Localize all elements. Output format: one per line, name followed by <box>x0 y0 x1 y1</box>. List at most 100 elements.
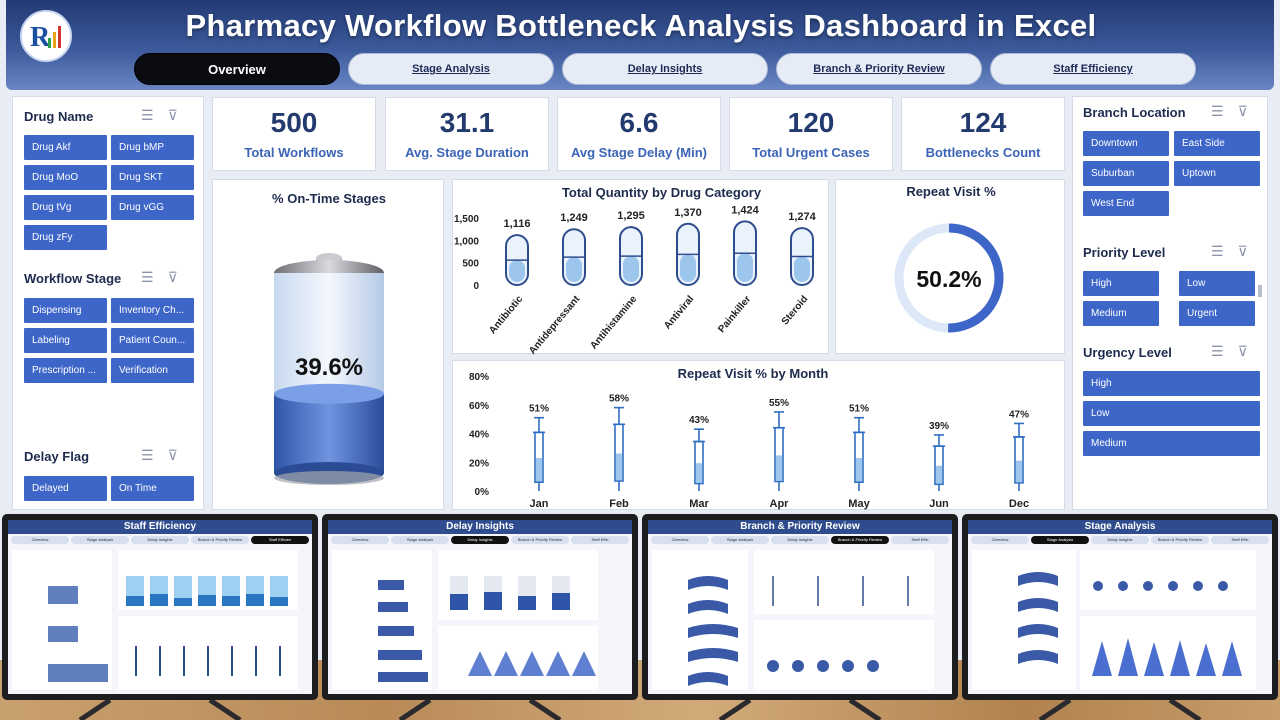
slicer-item-priority-urgent[interactable]: Urgent <box>1179 301 1255 326</box>
monitor-tab: Branch & Priority Review <box>191 536 249 544</box>
monitor-title: Delay Insights <box>328 520 632 534</box>
slicer-item-verification[interactable]: Verification <box>111 358 194 383</box>
category-label: Feb <box>609 498 629 510</box>
slicer-item-uptown[interactable]: Uptown <box>1174 161 1260 186</box>
slicer-item-priority-low[interactable]: Low <box>1179 271 1255 296</box>
data-label: 1,424 <box>731 204 759 216</box>
slicer-item-labeling[interactable]: Labeling <box>24 328 107 353</box>
monitor-tab: Staff Effic <box>571 536 629 544</box>
monitor-tab: Delay Insights <box>1091 536 1149 544</box>
slicer-item-urgency-low[interactable]: Low <box>1083 401 1260 426</box>
slicer-item-on-time[interactable]: On Time <box>111 476 194 501</box>
tab-staff-efficiency[interactable]: Staff Efficiency <box>990 53 1196 85</box>
data-label: 43% <box>689 415 709 426</box>
capsule-bar <box>790 227 814 286</box>
monitor-staff-efficiency: Staff Efficiency Overview Stage Analysis D… <box>2 514 318 700</box>
priority-slicer-title: Priority Level <box>1083 245 1166 260</box>
monitor-title: Branch & Priority Review <box>648 520 952 534</box>
data-label: 55% <box>769 398 789 409</box>
slicer-item-drug-skt[interactable]: Drug SKT <box>111 165 194 190</box>
category-label: Painkiller <box>716 294 753 335</box>
monitor-tab: Branch & Priority Review <box>831 536 889 544</box>
clear-filter-icon[interactable]: ⊽ <box>168 107 178 124</box>
monitor-preview <box>652 550 934 690</box>
capsule-chart: 0 500 1,000 1,500 1,116 Antibiotic 1,249 Antide… <box>454 204 817 355</box>
slicer-item-patient-counseling[interactable]: Patient Coun... <box>111 328 194 353</box>
monitor-tabs: Overview Stage Analysis Delay Insights Bran… <box>328 534 632 546</box>
urgency-slicer-controls: ☰ ⊽ <box>1211 343 1248 360</box>
slicer-item-drug-akf[interactable]: Drug Akf <box>24 135 107 160</box>
slicer-item-urgency-medium[interactable]: Medium <box>1083 431 1260 456</box>
monitor-delay-insights: Delay Insights Overview Stage Analysis Del… <box>322 514 638 700</box>
slicer-item-west-end[interactable]: West End <box>1083 191 1169 216</box>
kpi-total-workflows: 500 Total Workflows <box>212 97 376 171</box>
monitor-tab: Overview <box>651 536 709 544</box>
multi-select-icon[interactable]: ☰ <box>1211 343 1224 360</box>
kpi-label: Avg Stage Delay (Min) <box>570 145 708 160</box>
monitor-tab: Stage Analysis <box>711 536 769 544</box>
y-tick-label: 1,500 <box>454 214 479 225</box>
multi-select-icon[interactable]: ☰ <box>1211 243 1224 260</box>
kpi-value: 124 <box>959 107 1007 138</box>
clear-filter-icon[interactable]: ⊽ <box>1238 343 1248 360</box>
slicer-item-priority-medium[interactable]: Medium <box>1083 301 1159 326</box>
slicer-item-drug-bmp[interactable]: Drug bMP <box>111 135 194 160</box>
data-label: 1,249 <box>560 212 588 224</box>
monitor-tabs: Overview Stage Analysis Delay Insights Bran… <box>8 534 312 546</box>
tab-overview[interactable]: Overview <box>134 53 340 85</box>
kpi-label: Total Workflows <box>244 145 344 160</box>
branch-slicer-title: Branch Location <box>1083 105 1186 120</box>
delay-flag-slicer-controls: ☰ ⊽ <box>141 447 178 464</box>
slicer-item-downtown[interactable]: Downtown <box>1083 131 1169 156</box>
slicer-item-prescription[interactable]: Prescription ... <box>24 358 107 383</box>
monitor-branch-priority-review: Branch & Priority Review Overview Stage A… <box>642 514 958 700</box>
tab-branch-priority-review[interactable]: Branch & Priority Review <box>776 53 982 85</box>
tab-stage-analysis[interactable]: Stage Analysis <box>348 53 554 85</box>
priority-slicer-scrollbar[interactable] <box>1258 285 1262 297</box>
multi-select-icon[interactable]: ☰ <box>141 269 154 286</box>
kpi-label: Total Urgent Cases <box>752 145 870 160</box>
slicer-item-delayed[interactable]: Delayed <box>24 476 107 501</box>
branch-slicer-controls: ☰ ⊽ <box>1211 103 1248 120</box>
syringe-bar <box>1013 422 1025 491</box>
multi-select-icon[interactable]: ☰ <box>141 447 154 464</box>
slicer-item-drug-zfy[interactable]: Drug zFy <box>24 225 107 250</box>
multi-select-icon[interactable]: ☰ <box>1211 103 1224 120</box>
slicer-item-drug-vgg[interactable]: Drug vGG <box>111 195 194 220</box>
slicer-item-drug-moo[interactable]: Drug MoO <box>24 165 107 190</box>
category-label: Apr <box>770 498 790 510</box>
clear-filter-icon[interactable]: ⊽ <box>168 447 178 464</box>
data-label: 51% <box>849 404 869 415</box>
data-label: 51% <box>529 404 549 415</box>
urgency-slicer-title: Urgency Level <box>1083 345 1172 360</box>
slicer-item-inventory-check[interactable]: Inventory Ch... <box>111 298 194 323</box>
slicer-item-urgency-high[interactable]: High <box>1083 371 1260 396</box>
drug-name-slicer-title: Drug Name <box>24 109 94 124</box>
syringe-bar <box>773 411 785 491</box>
category-label: May <box>848 498 870 510</box>
syringe-chart: 0% 20% 40% 60% 80% 51% Jan 58% Feb 43% Mar 55% Apr 51… <box>469 372 1029 510</box>
slicer-item-east-side[interactable]: East Side <box>1174 131 1260 156</box>
syringe-bar <box>693 428 705 491</box>
slicer-item-drug-tvg[interactable]: Drug tVg <box>24 195 107 220</box>
clear-filter-icon[interactable]: ⊽ <box>1238 103 1248 120</box>
battery-fill-level <box>274 393 384 473</box>
monitor-tab: Overview <box>11 536 69 544</box>
kpi-label: Bottlenecks Count <box>925 145 1041 160</box>
multi-select-icon[interactable]: ☰ <box>141 107 154 124</box>
clear-filter-icon[interactable]: ⊽ <box>168 269 178 286</box>
monitor-title: Staff Efficiency <box>8 520 312 534</box>
monitor-tab: Overview <box>971 536 1029 544</box>
page-title: Pharmacy Workflow Bottleneck Analysis Da… <box>185 8 1097 43</box>
slicer-item-priority-high[interactable]: High <box>1083 271 1159 296</box>
category-label: Mar <box>689 498 709 510</box>
kpi-total-urgent-cases: 120 Total Urgent Cases <box>729 97 893 171</box>
tab-delay-insights[interactable]: Delay Insights <box>562 53 768 85</box>
monitor-tabs: Overview Stage Analysis Delay Insights Bran… <box>648 534 952 546</box>
slicer-item-dispensing[interactable]: Dispensing <box>24 298 107 323</box>
slicer-item-suburban[interactable]: Suburban <box>1083 161 1169 186</box>
clear-filter-icon[interactable]: ⊽ <box>1238 243 1248 260</box>
data-label: 1,274 <box>788 211 816 223</box>
repeat-visit-panel: Repeat Visit % 50.2% <box>835 179 1065 354</box>
y-tick-label: 20% <box>469 458 489 469</box>
